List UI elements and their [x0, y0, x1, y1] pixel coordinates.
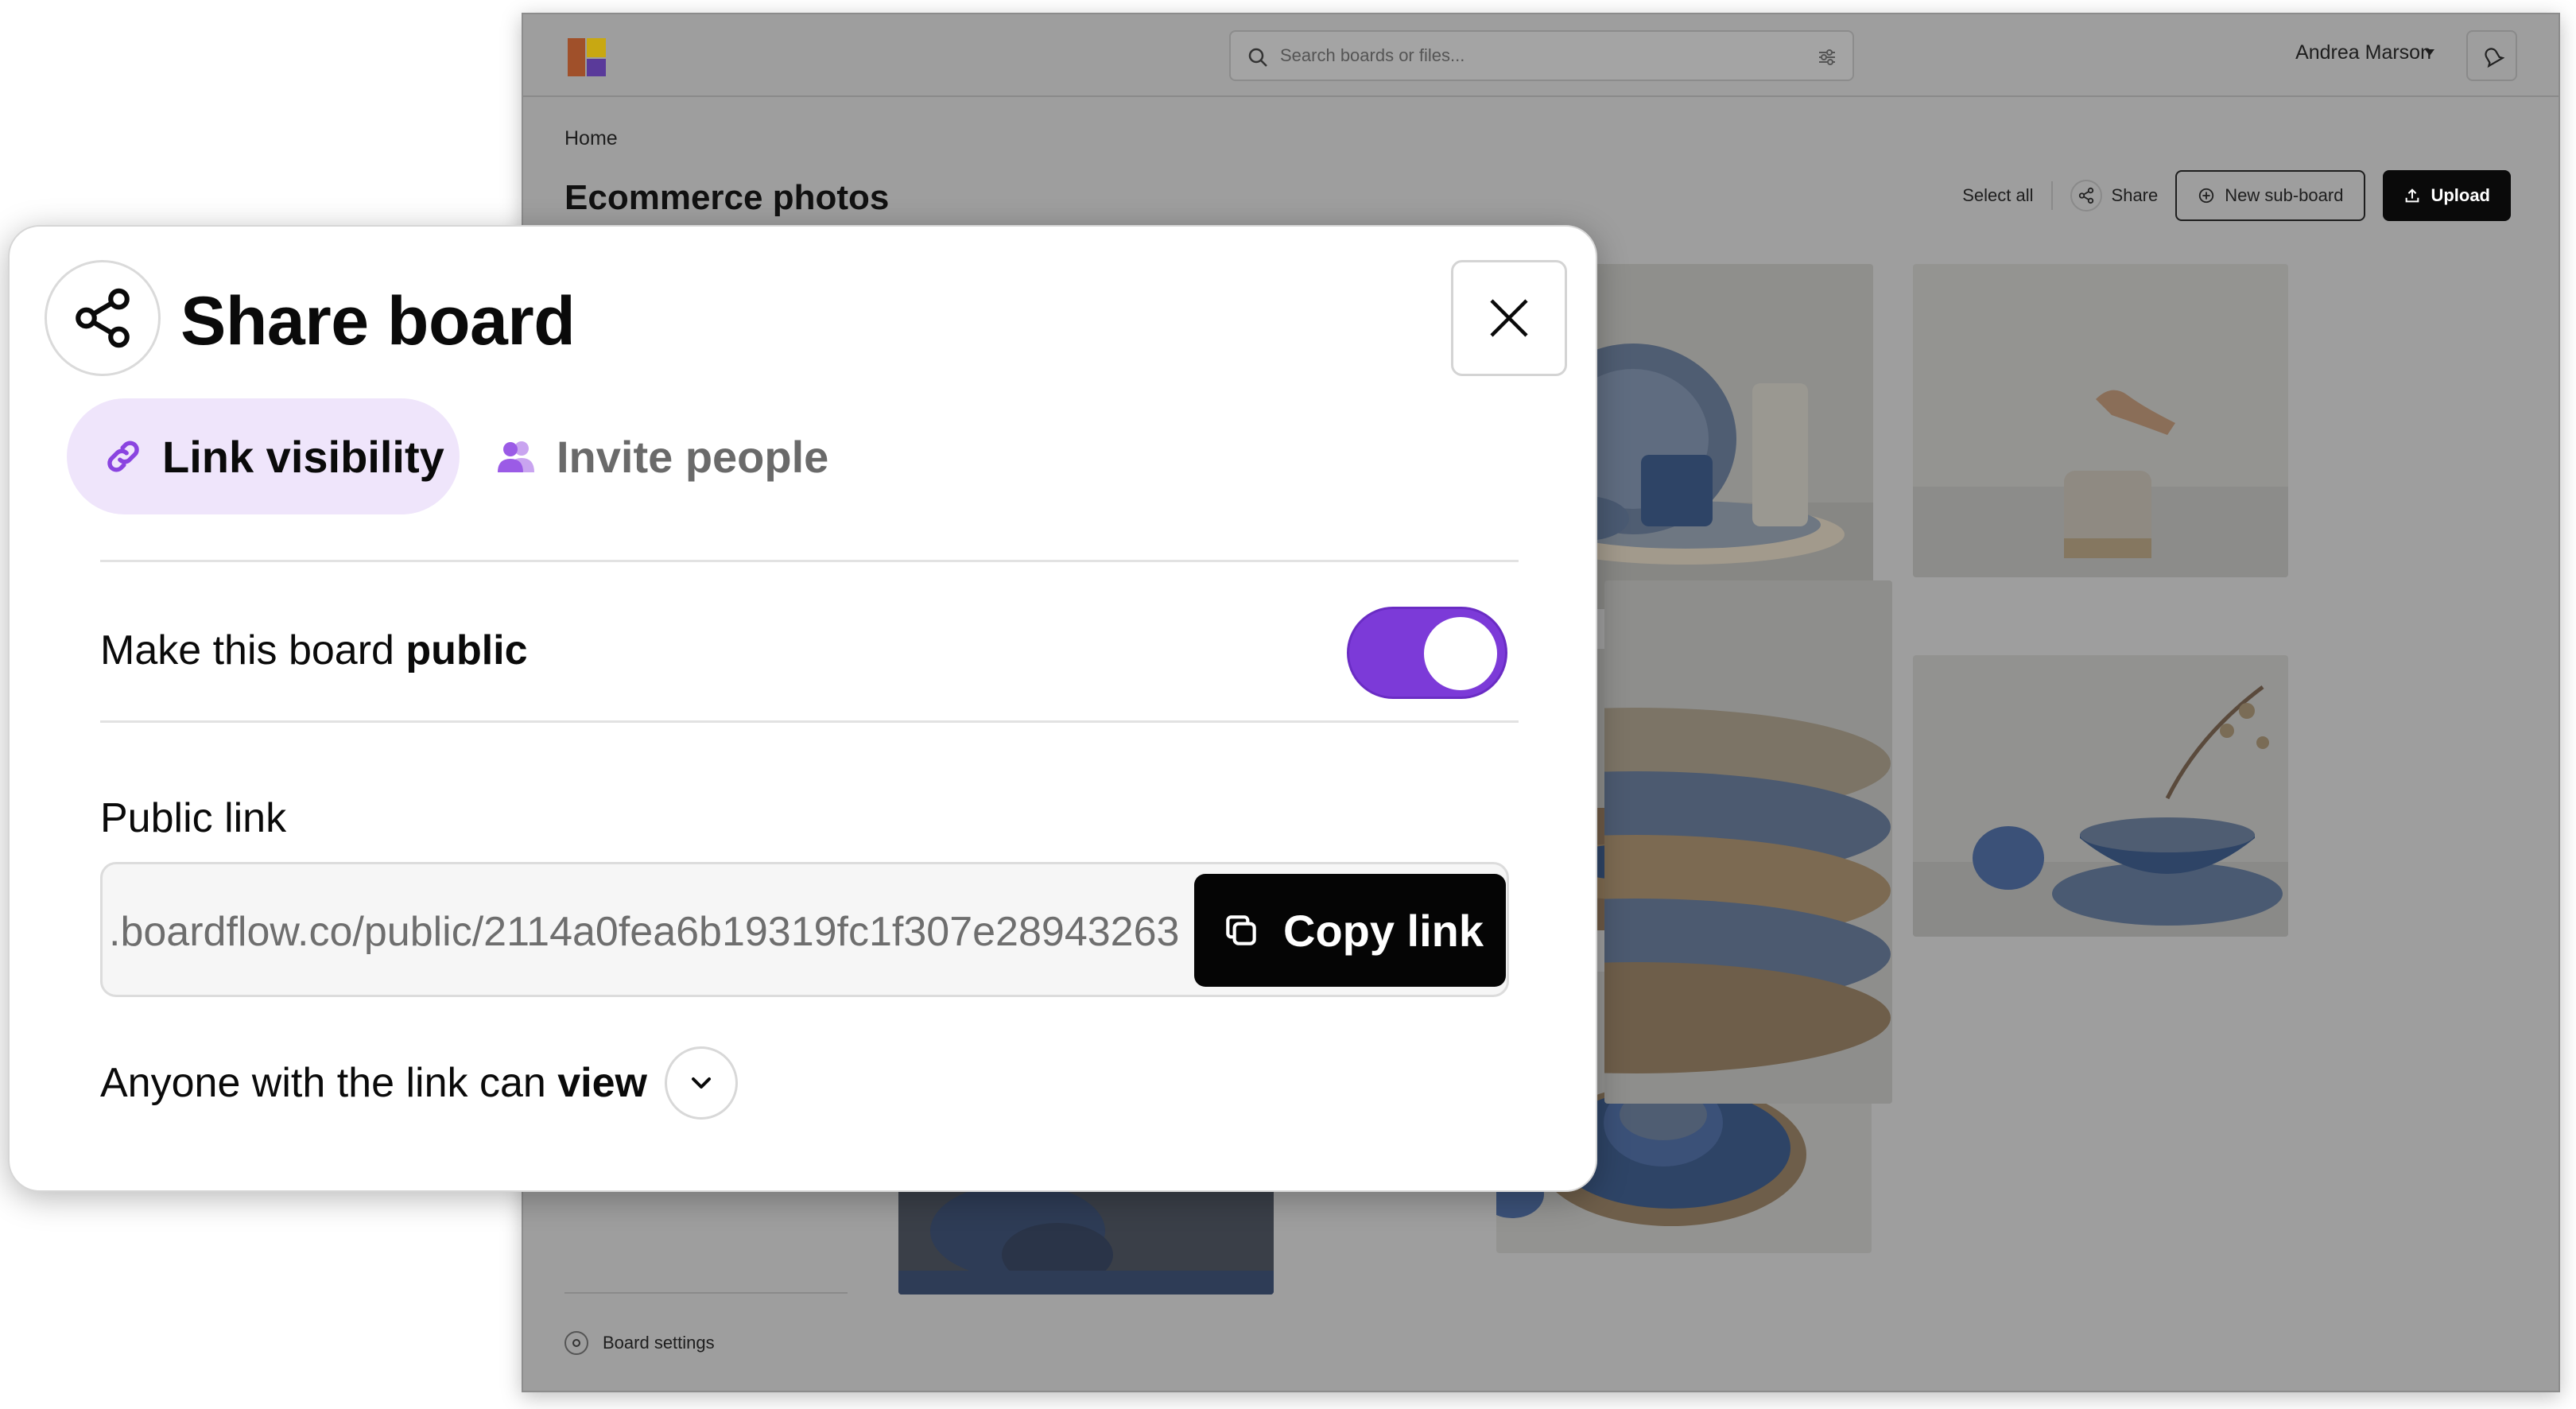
tab-link-visibility[interactable]: Link visibility: [67, 398, 460, 514]
people-icon: [498, 441, 534, 472]
photo-thumbnail[interactable]: [1913, 264, 2288, 577]
upload-icon: [2406, 188, 2419, 203]
share-icon: [45, 260, 161, 376]
divider: [100, 560, 1519, 562]
sidebar-divider: [564, 1292, 848, 1294]
share-board-dialog: Share board Link visibility Invite peopl…: [8, 225, 1597, 1192]
permission-text: Anyone with the link can view: [100, 1059, 647, 1107]
public-link-url[interactable]: .boardflow.co/public/2114a0fea6b19319fc1…: [109, 908, 1179, 956]
user-menu[interactable]: Andrea Marson: [2295, 41, 2431, 64]
search-input[interactable]: Search boards or files...: [1229, 30, 1854, 81]
filter-icon[interactable]: [1816, 46, 1838, 68]
bell-icon: [2485, 48, 2504, 68]
search-placeholder: Search boards or files...: [1280, 45, 1465, 65]
dialog-title: Share board: [180, 283, 576, 359]
link-permission: Anyone with the link can view: [100, 1046, 738, 1120]
chevron-down-icon[interactable]: [2425, 49, 2434, 56]
permission-dropdown[interactable]: [664, 1046, 738, 1120]
public-toggle-label-prefix: Make this board: [100, 627, 394, 673]
search-icon: [1248, 48, 1267, 67]
toggle-knob: [1424, 617, 1497, 690]
upload-label: Upload: [2431, 185, 2490, 205]
close-button[interactable]: [1451, 260, 1567, 376]
public-toggle-label-bold: public: [405, 627, 528, 673]
photo-thumbnail[interactable]: [1604, 580, 1892, 1104]
close-icon: [1490, 299, 1528, 337]
new-sub-board-button[interactable]: New sub-board: [2175, 170, 2366, 221]
divider: [100, 720, 1519, 723]
select-all-button[interactable]: Select all: [1962, 185, 2033, 206]
link-icon: [107, 441, 139, 472]
board-settings-link[interactable]: Board settings: [564, 1331, 715, 1355]
tab-link-visibility-label: Link visibility: [162, 431, 444, 482]
photo-thumbnail[interactable]: [1913, 655, 2288, 937]
board-actions: Select all Share New sub-board Upload: [1962, 170, 2511, 221]
chevron-down-icon: [691, 1077, 711, 1089]
public-link-label: Public link: [100, 795, 287, 841]
top-bar: Search boards or files... Andrea Marson: [523, 14, 2559, 97]
notifications-button[interactable]: [2466, 30, 2517, 81]
share-label: Share: [2111, 185, 2159, 205]
divider: [2050, 181, 2053, 210]
permission-prefix: Anyone with the link can: [100, 1060, 546, 1106]
tab-invite-people-label: Invite people: [557, 431, 829, 482]
plus-circle-icon: [2199, 188, 2214, 204]
public-link-field[interactable]: .boardflow.co/public/2114a0fea6b19319fc1…: [100, 862, 1509, 997]
copy-link-button[interactable]: Copy link: [1194, 874, 1506, 987]
upload-button[interactable]: Upload: [2383, 170, 2511, 221]
permission-value: view: [557, 1060, 647, 1106]
copy-link-label: Copy link: [1283, 905, 1484, 956]
app-logo[interactable]: [568, 38, 606, 76]
public-toggle-switch[interactable]: [1347, 607, 1507, 699]
new-sub-board-label: New sub-board: [2225, 185, 2344, 205]
board-settings-label: Board settings: [603, 1333, 715, 1353]
gear-icon: [564, 1331, 588, 1355]
share-button[interactable]: Share: [2070, 180, 2159, 212]
breadcrumb[interactable]: Home: [564, 127, 618, 150]
public-toggle-label: Make this board public: [100, 627, 528, 674]
photo-thumbnail[interactable]: [898, 1183, 1274, 1294]
share-icon: [2070, 180, 2102, 212]
tab-invite-people[interactable]: Invite people: [495, 398, 828, 514]
page-title: Ecommerce photos: [564, 178, 890, 217]
copy-icon: [1226, 915, 1256, 945]
